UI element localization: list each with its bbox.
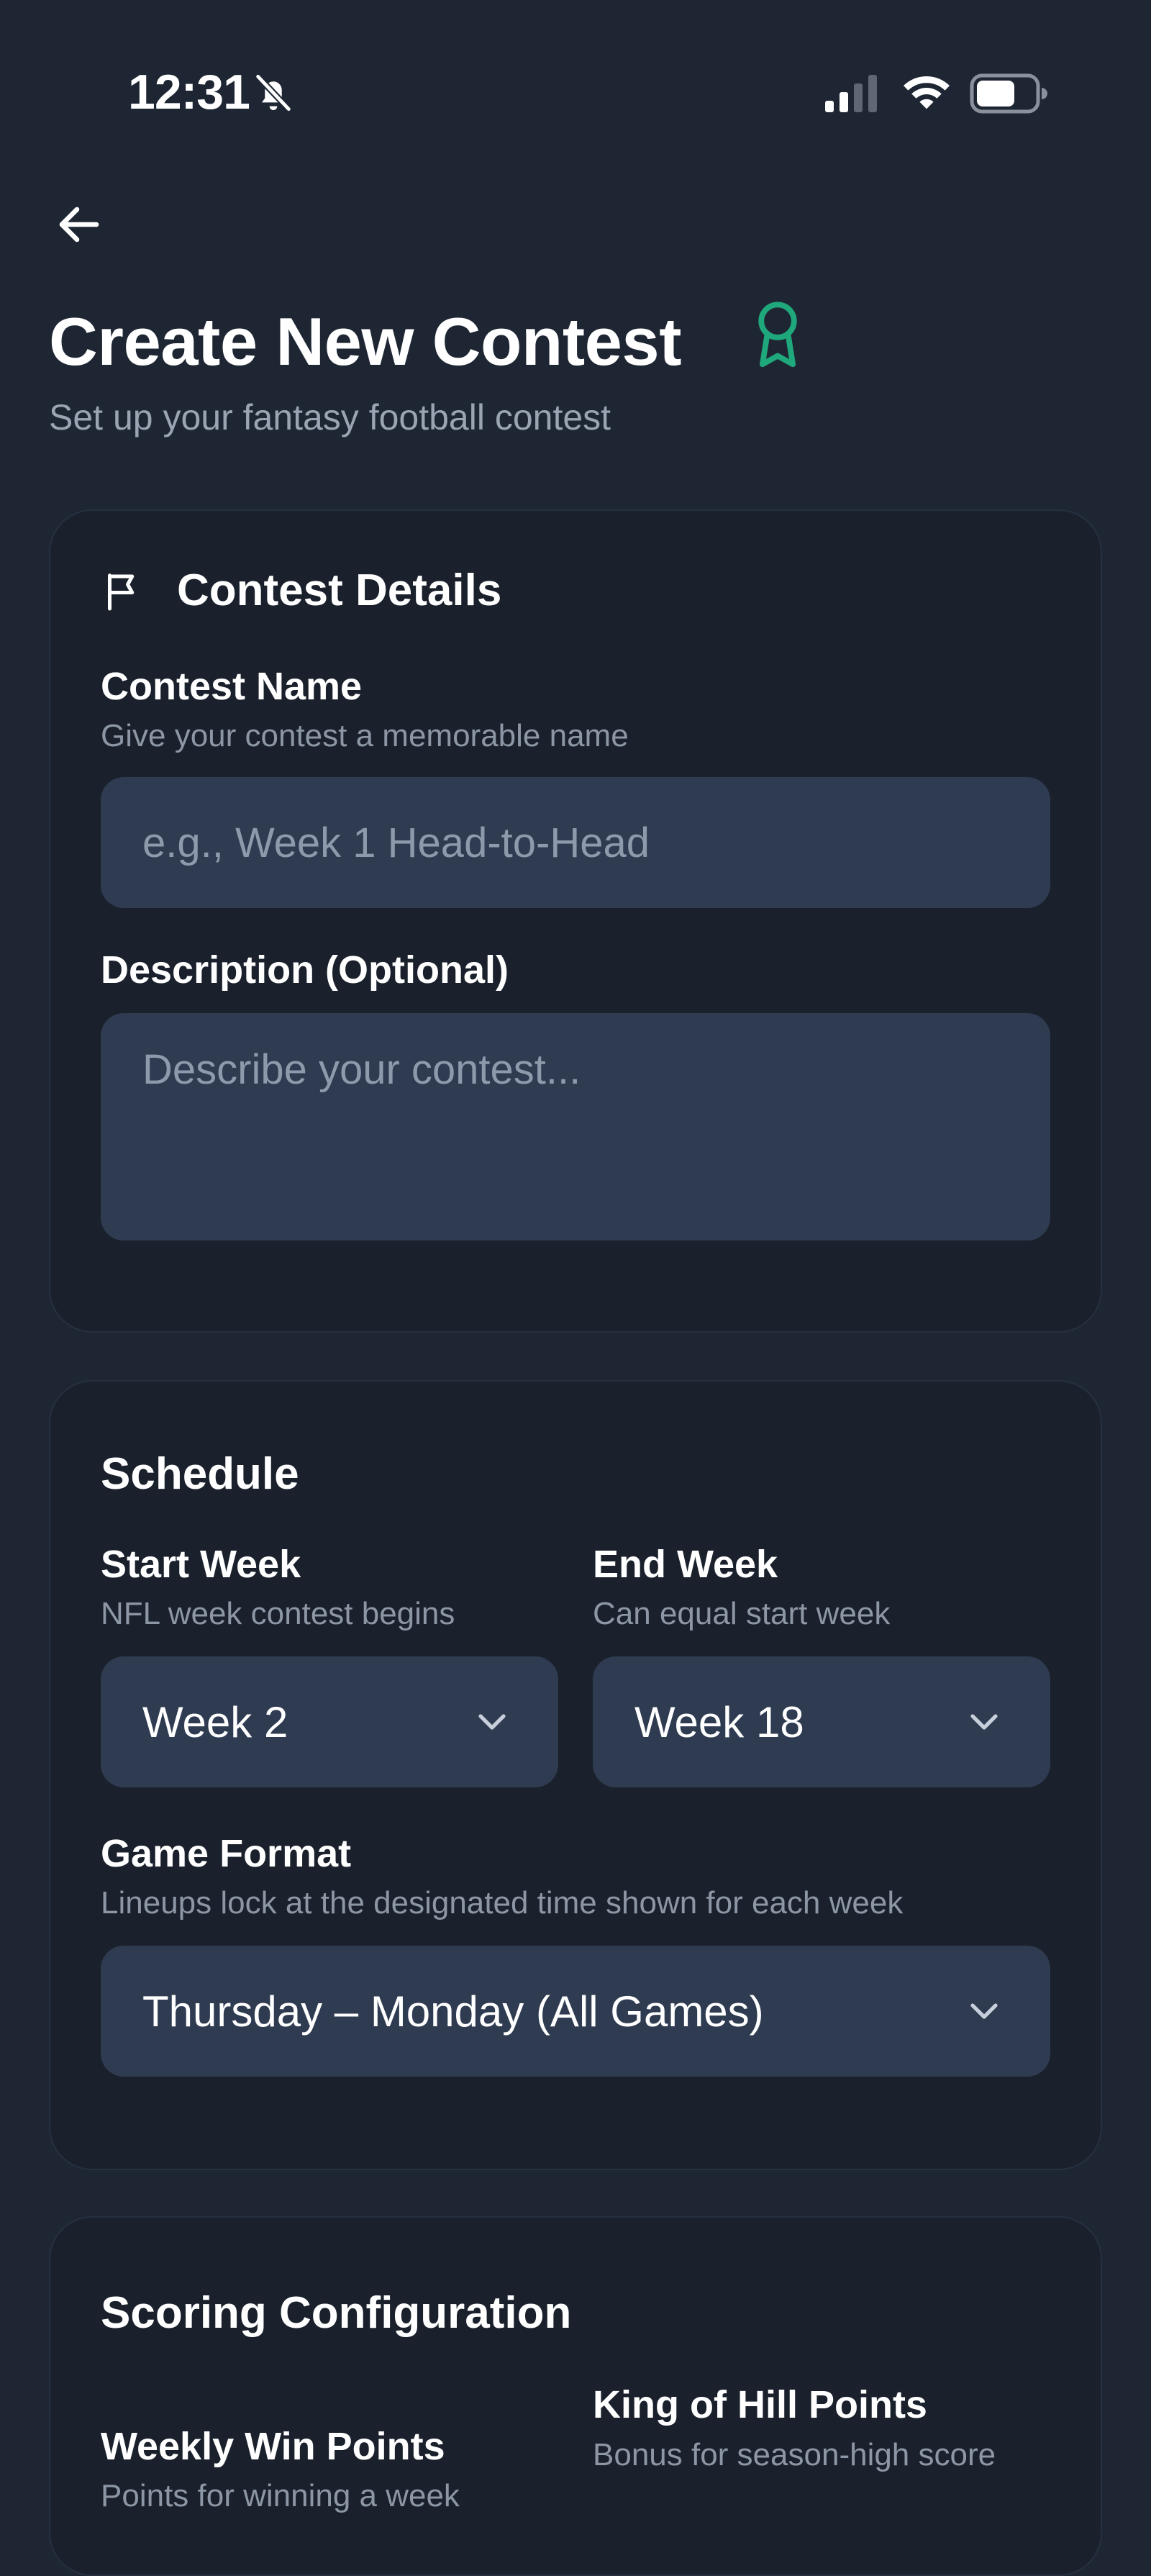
contest-name-label: Contest Name (101, 665, 363, 708)
battery-icon (970, 73, 1047, 114)
end-week-help: Can equal start week (593, 1596, 891, 1631)
arrow-left-icon (59, 207, 99, 242)
cellular-signal-icon (825, 75, 877, 112)
contest-name-input[interactable] (101, 777, 1050, 908)
scoring-configuration-card: Scoring Configuration King of Hill Point… (49, 2216, 1102, 2576)
game-format-help: Lineups lock at the designated time show… (101, 1885, 904, 1920)
king-of-hill-label: King of Hill Points (593, 2383, 927, 2426)
back-button[interactable] (43, 189, 115, 260)
king-of-hill-help: Bonus for season-high score (593, 2437, 996, 2472)
chevron-down-icon (970, 1714, 998, 1730)
contest-details-card: Contest Details Contest Name Give your c… (49, 509, 1102, 1333)
contest-name-help: Give your contest a memorable name (101, 718, 629, 753)
game-format-value: Thursday – Monday (All Games) (142, 1987, 764, 2036)
start-week-label: Start Week (101, 1543, 301, 1586)
scoring-heading: Scoring Configuration (101, 2288, 572, 2338)
chevron-down-icon (970, 2003, 998, 2019)
weekly-win-label: Weekly Win Points (101, 2425, 445, 2468)
start-week-select[interactable]: Week 2 (101, 1656, 558, 1787)
end-week-value: Week 18 (634, 1697, 804, 1746)
contest-details-heading: Contest Details (177, 566, 502, 615)
end-week-label: End Week (593, 1543, 778, 1586)
start-week-help: NFL week contest begins (101, 1596, 455, 1631)
schedule-heading: Schedule (101, 1449, 299, 1499)
end-week-select[interactable]: Week 18 (593, 1656, 1050, 1787)
bell-slash-icon (255, 73, 292, 113)
page-subtitle: Set up your fantasy football contest (49, 397, 611, 437)
status-bar: 12:31 (0, 0, 1151, 187)
start-week-value: Week 2 (142, 1697, 288, 1746)
description-textarea[interactable] (101, 1013, 1050, 1241)
wifi-icon (904, 76, 950, 109)
schedule-card: Schedule Start Week NFL week contest beg… (49, 1380, 1102, 2170)
game-format-label: Game Format (101, 1832, 352, 1875)
weekly-win-help: Points for winning a week (101, 2478, 460, 2513)
chevron-down-icon (478, 1714, 506, 1730)
status-time: 12:31 (128, 65, 250, 119)
description-label: Description (Optional) (101, 948, 509, 992)
flag-icon (108, 573, 135, 611)
award-icon (758, 301, 797, 368)
page-title: Create New Contest (49, 304, 682, 379)
game-format-select[interactable]: Thursday – Monday (All Games) (101, 1946, 1050, 2077)
